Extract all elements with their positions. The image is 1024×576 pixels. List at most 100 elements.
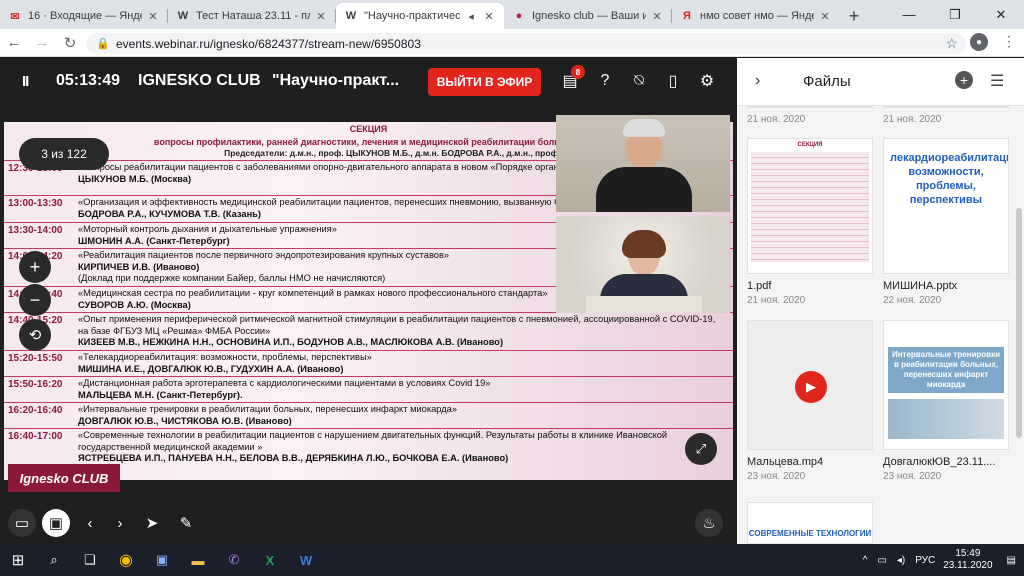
row-desc: «Реабилитация пациентов после первичного… [78, 250, 450, 260]
file-date: 21 ноя. 2020 [747, 114, 806, 125]
rotate-button[interactable]: ⟲ [19, 319, 51, 351]
list-view-icon[interactable]: ☰ [990, 71, 1004, 91]
browser-tab[interactable]: Я нмо совет нмо — Яндекс: ✕ [672, 3, 840, 29]
stream-timer: 05:13:49 [56, 72, 121, 89]
file-card[interactable]: Интервальные тренировки в реабилитации б… [883, 320, 1009, 482]
url-field[interactable]: 🔒 events.webinar.ru/ignesko/6824377/stre… [86, 33, 966, 54]
close-window-icon[interactable]: ✕ [978, 0, 1024, 29]
flame-icon[interactable]: ♨ [695, 509, 723, 537]
files-panel: › Файлы + ☰ 21 ноя. 2020 21 ноя. 2020 СЕ… [737, 58, 1024, 544]
brush-icon[interactable]: ✎ [172, 509, 200, 537]
profile-icon[interactable]: ● [970, 33, 988, 51]
row-authors: ДОВГАЛЮК Ю.В., ЧИСТЯКОВА Ю.В. (Иваново) [78, 415, 292, 426]
question-icon[interactable]: ? [594, 70, 616, 92]
bookmark-star-icon[interactable]: ☆ [945, 35, 958, 52]
settings-icon[interactable]: ⚙ [696, 70, 718, 92]
notifications-icon[interactable]: ▤ [1007, 555, 1016, 566]
restore-icon[interactable]: ❐ [932, 0, 978, 29]
file-card[interactable]: СЕКЦИЯ 1.pdf 21 ноя. 2020 [747, 138, 873, 306]
add-file-icon[interactable]: + [955, 71, 973, 89]
row-desc: «Вопросы реабилитации пациентов с заболе… [78, 162, 613, 172]
file-card[interactable]: ▶ Мальцева.mp4 23 ноя. 2020 [747, 320, 873, 482]
program-row: 14:40-15:20 «Опыт применения периферичес… [4, 312, 733, 350]
network-icon[interactable]: ▭ [877, 555, 886, 566]
browser-tab[interactable]: ● Ignesko club — Ваши идеи ✕ [504, 3, 672, 29]
pause-icon[interactable]: II [22, 73, 29, 90]
go-live-button[interactable]: ВЫЙТИ В ЭФИР [428, 68, 541, 96]
chrome-icon[interactable]: ◉ [108, 544, 144, 576]
search-icon[interactable]: ⌕ [36, 544, 72, 576]
row-time: 16:20-16:40 [8, 405, 63, 416]
file-card[interactable]: лекардиореабилитация: возможности, пробл… [883, 138, 1009, 306]
row-time: 13:30-14:00 [8, 225, 63, 236]
speaker-icon[interactable]: ◂ [464, 10, 478, 23]
user-off-icon[interactable]: ⍉ [628, 70, 650, 92]
row-authors: КИЗЕЕВ М.В., НЕЖКИНА Н.Н., ОСНОВИНА И.П.… [78, 337, 504, 347]
close-icon[interactable]: ✕ [818, 10, 832, 23]
clock[interactable]: 15:49 23.11.2020 [943, 548, 992, 572]
files-title: Файлы [803, 73, 851, 90]
row-desc: «Медицинская сестра по реабилитации - кр… [78, 288, 548, 298]
row-authors: МИШИНА И.Е., ДОВГАЛЮК Ю.В., ГУДУХИН А.А.… [78, 363, 344, 374]
close-icon[interactable]: ✕ [650, 10, 664, 23]
clock-time: 15:49 [955, 548, 981, 559]
row-desc: «Телекардиореабилитация: возможности, пр… [78, 352, 372, 362]
new-tab-button[interactable]: + [840, 3, 868, 29]
language-indicator[interactable]: РУС [915, 555, 935, 566]
word-icon[interactable]: W [288, 544, 324, 576]
reload-icon[interactable]: ↻ [56, 29, 84, 57]
program-row: 15:20-15:50 «Телекардиореабилитация: воз… [4, 350, 733, 376]
minimize-icon[interactable]: — [886, 0, 932, 29]
menu-dots-icon[interactable]: ⋮ [1002, 33, 1016, 51]
zoom-in-button[interactable]: + [19, 251, 51, 283]
play-icon[interactable]: ▶ [795, 371, 827, 403]
browser-tab[interactable]: W Тест Наташа 23.11 - платф ✕ [168, 3, 336, 29]
row-authors: БОДРОВА Р.А., КУЧУМОВА Т.В. (Казань) [78, 208, 262, 219]
row-desc: «Интервальные тренировки в реабилитации … [78, 404, 457, 414]
next-slide-icon[interactable]: › [106, 509, 134, 537]
folder-icon[interactable]: ▬ [180, 544, 216, 576]
screen-icon[interactable]: ▭ [8, 509, 36, 537]
file-thumb-text: Интервальные тренировки в реабилитации б… [888, 347, 1004, 393]
fullscreen-button[interactable]: ⤢ [685, 433, 717, 465]
file-thumb-text: СЕКЦИЯ [797, 142, 823, 148]
speaker-video-1 [556, 115, 730, 212]
row-time: 13:00-13:30 [8, 198, 63, 209]
row-authors: ШМОНИН А.А. (Санкт-Петербург) [78, 235, 230, 246]
clock-date: 23.11.2020 [943, 560, 993, 571]
windows-start-icon[interactable]: ⊞ [0, 544, 36, 576]
club-name: IGNESKO CLUB [138, 72, 261, 89]
chevron-right-icon[interactable]: › [755, 72, 760, 90]
file-name: ДовгалюкЮВ_23.11.... [883, 456, 996, 468]
presentation-icon[interactable]: ▣ [42, 509, 70, 537]
tray-arrow-icon[interactable]: ^ [863, 555, 868, 566]
address-bar: ← → ↻ 🔒 events.webinar.ru/ignesko/682437… [0, 29, 1024, 57]
viber-icon[interactable]: ✆ [216, 544, 252, 576]
close-icon[interactable]: ✕ [314, 10, 328, 23]
chat-badge: 8 [571, 65, 585, 79]
zoom-out-button[interactable]: − [19, 284, 51, 316]
webinar-topbar: II 05:13:49 IGNESKO CLUB "Научно-практ..… [0, 58, 737, 106]
volume-icon[interactable]: ◂) [897, 555, 905, 566]
browser-tab-active[interactable]: W "Научно-практическа ◂ ✕ [336, 3, 504, 29]
task-view-icon[interactable]: ❏ [72, 544, 108, 576]
back-icon[interactable]: ← [0, 29, 28, 57]
file-card[interactable]: 21 ноя. 2020 [883, 106, 1009, 125]
tab-title: Ignesko club — Ваши идеи [532, 10, 646, 22]
file-card[interactable]: СОВРЕМЕННЫЕ ТЕХНОЛОГИИ [747, 502, 873, 544]
app-icon[interactable]: ▣ [144, 544, 180, 576]
forward-icon[interactable]: → [28, 29, 56, 57]
prev-slide-icon[interactable]: ‹ [76, 509, 104, 537]
speaker-video-2 [556, 216, 730, 313]
file-icon[interactable]: ▯ [662, 70, 684, 92]
yandex-icon: Я [683, 10, 691, 22]
close-icon[interactable]: ✕ [482, 10, 496, 23]
file-name: МИШИНА.pptx [883, 280, 958, 292]
close-icon[interactable]: ✕ [146, 10, 160, 23]
browser-tab[interactable]: ✉ 16 · Входящие — Яндекс.П ✕ [0, 3, 168, 29]
file-card[interactable]: 21 ноя. 2020 [747, 106, 873, 125]
scrollbar[interactable] [1016, 208, 1022, 438]
pointer-icon[interactable]: ➤ [138, 509, 166, 537]
url-text: events.webinar.ru/ignesko/6824377/stream… [116, 36, 421, 51]
excel-icon[interactable]: X [252, 544, 288, 576]
